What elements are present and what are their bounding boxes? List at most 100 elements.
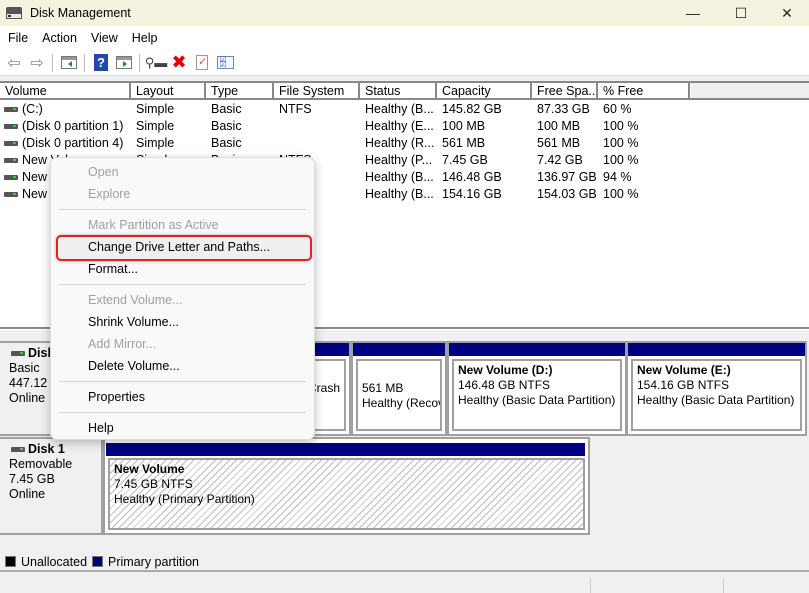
cell-capacity: 154.16 GB	[442, 187, 502, 201]
cell-status: Healthy (B...	[365, 187, 434, 201]
menu-item-label: Help	[88, 421, 114, 435]
partition-status: Healthy (Primary Partition)	[114, 492, 255, 506]
help-button[interactable]: ?	[90, 52, 112, 74]
menu-action[interactable]: Action	[35, 31, 84, 45]
partition-status: Healthy (Basic Data Partition)	[637, 393, 795, 407]
cell-free-space: 87.33 GB	[537, 102, 590, 116]
column-header-type[interactable]: Type	[206, 83, 274, 100]
table-row[interactable]: (Disk 0 partition 4) Simple Basic Healthy (…	[0, 135, 809, 152]
back-icon: ⇦	[7, 54, 21, 72]
partition-body: New Volume (D:) 146.48 GB NTFS Healthy (…	[452, 359, 622, 431]
menu-item-format[interactable]: Format...	[51, 258, 314, 280]
cell-free-space: 561 MB	[537, 136, 581, 150]
show-hide-console-tree-button[interactable]	[58, 52, 80, 74]
menu-item-label: Mark Partition as Active	[88, 218, 219, 232]
show-hide-action-pane-button[interactable]	[113, 52, 135, 74]
action-pane-icon	[116, 56, 132, 69]
menu-item-open: Open	[51, 161, 314, 183]
maximize-button[interactable]: ☐	[718, 0, 764, 26]
partition-name: New Volume (D:)	[458, 363, 553, 377]
volume-drive-icon	[4, 124, 18, 129]
menu-separator	[59, 412, 306, 413]
cell-free-space: 7.42 GB	[537, 153, 583, 167]
volume-list-header: Volume Layout Type File System Status Ca…	[0, 81, 809, 100]
menu-bar: File Action View Help	[0, 26, 809, 50]
settings-list-icon: ☑ ☑	[216, 56, 234, 69]
partition-block-selected[interactable]: New Volume 7.45 GB NTFS Healthy (Primary…	[103, 437, 590, 535]
partition-block[interactable]: New Volume (D:) 146.48 GB NTFS Healthy (…	[447, 341, 627, 436]
cell-percent-free: 60 %	[603, 102, 632, 116]
minimize-button[interactable]: —	[670, 0, 716, 26]
menu-item-shrink-volume[interactable]: Shrink Volume...	[51, 311, 314, 333]
partition-size: 561 MB	[362, 381, 404, 395]
column-header-status[interactable]: Status	[360, 83, 437, 100]
cell-percent-free: 100 %	[603, 119, 639, 133]
menu-help[interactable]: Help	[125, 31, 165, 45]
disk-name: Disk 1	[28, 442, 65, 456]
cell-type: Basic	[211, 102, 242, 116]
menu-item-help[interactable]: Help	[51, 417, 314, 439]
cell-file-system	[274, 135, 360, 152]
help-icon: ?	[94, 54, 108, 71]
column-header-file-system[interactable]: File System	[274, 83, 360, 100]
settings-list-button[interactable]: ☑ ☑	[214, 52, 236, 74]
menu-file[interactable]: File	[1, 31, 35, 45]
cell-capacity: 100 MB	[442, 119, 486, 133]
menu-item-explore: Explore	[51, 183, 314, 205]
column-header-filler	[690, 83, 809, 98]
column-header-free-space[interactable]: Free Spa...	[532, 83, 598, 100]
cell-type: Basic	[211, 119, 242, 133]
cell-free-space: 136.97 GB	[537, 170, 597, 184]
cell-status: Healthy (P...	[365, 153, 433, 167]
table-row[interactable]: (C:) Simple Basic NTFS Healthy (B... 145.82 G…	[0, 101, 809, 118]
disk-row: Disk 1 Removable 7.45 GB Online New Volu…	[0, 437, 809, 535]
menu-separator	[59, 284, 306, 285]
status-bar-separator	[723, 578, 724, 593]
partition-body: New Volume 7.45 GB NTFS Healthy (Primary…	[108, 458, 585, 530]
menu-item-label: Properties	[88, 390, 145, 404]
legend: Unallocated Primary partition	[0, 553, 809, 572]
cell-percent-free: 100 %	[603, 136, 639, 150]
partition-block[interactable]: 561 MB Healthy (Recov	[351, 341, 447, 436]
column-header-volume[interactable]: Volume	[0, 83, 131, 100]
column-header-percent-free[interactable]: % Free	[598, 83, 690, 100]
cell-percent-free: 100 %	[603, 187, 639, 201]
console-tree-icon	[61, 56, 77, 69]
table-row[interactable]: (Disk 0 partition 1) Simple Basic Healthy (…	[0, 118, 809, 135]
volume-drive-icon	[4, 175, 18, 180]
partition-color-bar	[353, 343, 445, 356]
partition-size: 7.45 GB NTFS	[114, 477, 193, 491]
status-bar-separator	[590, 578, 591, 593]
cell-status: Healthy (R...	[365, 136, 435, 150]
menu-item-delete-volume[interactable]: Delete Volume...	[51, 355, 314, 377]
menu-item-label: Add Mirror...	[88, 337, 157, 351]
cell-status: Healthy (E...	[365, 119, 434, 133]
column-header-capacity[interactable]: Capacity	[437, 83, 532, 100]
menu-view[interactable]: View	[84, 31, 125, 45]
cell-volume: (C:)	[0, 101, 131, 118]
title-bar: Disk Management — ☐ ✕	[0, 0, 809, 26]
cell-capacity: 7.45 GB	[442, 153, 488, 167]
menu-item-properties[interactable]: Properties	[51, 386, 314, 408]
toolbar-separator	[84, 53, 85, 72]
disk-label[interactable]: Disk 1 Removable 7.45 GB Online	[0, 437, 103, 535]
partition-block[interactable]: New Volume (E:) 154.16 GB NTFS Healthy (…	[626, 341, 807, 436]
connect-drive-button[interactable]: ⚲▬	[145, 52, 168, 74]
menu-item-extend-volume: Extend Volume...	[51, 289, 314, 311]
check-properties-icon	[196, 55, 208, 70]
check-properties-button[interactable]	[191, 52, 213, 74]
delete-icon: ✖	[171, 52, 187, 72]
cell-status: Healthy (B...	[365, 170, 434, 184]
context-menu: Open Explore Mark Partition as Active Chang…	[50, 157, 315, 440]
back-button[interactable]: ⇦	[3, 52, 25, 74]
forward-button[interactable]: ⇨	[26, 52, 48, 74]
partition-name: New Volume (E:)	[637, 363, 731, 377]
close-button[interactable]: ✕	[764, 0, 809, 26]
legend-label-unallocated: Unallocated	[21, 554, 88, 569]
column-header-layout[interactable]: Layout	[131, 83, 206, 100]
delete-button[interactable]: ✖	[168, 52, 190, 74]
cell-capacity: 145.82 GB	[442, 102, 502, 116]
menu-item-change-drive-letter-and-paths[interactable]: Change Drive Letter and Paths...	[51, 235, 314, 261]
cell-layout: Simple	[136, 136, 175, 150]
cell-capacity: 146.48 GB	[442, 170, 502, 184]
